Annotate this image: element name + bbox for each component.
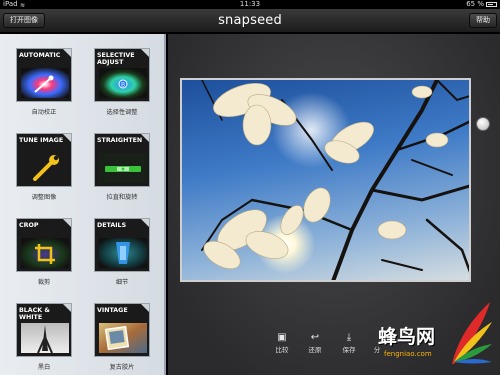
battery-icon: [486, 2, 497, 7]
status-bar: iPad ≋ 11:33 65 %: [0, 0, 500, 9]
magic-wand-icon: [21, 68, 69, 98]
filter-caption: BLACK & WHITE: [19, 307, 50, 321]
filter-label: 自动校正: [31, 109, 57, 116]
filter-label: 拉直和旋转: [106, 194, 138, 201]
filter-label: 复古胶片: [109, 364, 135, 371]
page-fold-icon: [141, 134, 149, 142]
crop-icon: [21, 238, 69, 268]
watermark-url: fengniao.com: [384, 350, 432, 358]
image-icon: ▣: [277, 332, 287, 343]
filter-thumbnail: CROP: [16, 218, 72, 272]
save-button[interactable]: ⤓ 保存: [336, 331, 362, 354]
filter-crop[interactable]: CROP 裁剪: [16, 218, 72, 286]
page-fold-icon: [63, 304, 71, 312]
filter-caption: STRAIGHTEN: [97, 137, 143, 144]
compare-label: 比较: [275, 346, 289, 354]
page-fold-icon: [63, 219, 71, 227]
filter-caption: CROP: [19, 222, 39, 229]
filter-caption: AUTOMATIC: [19, 52, 61, 59]
filter-caption: VINTAGE: [97, 307, 128, 314]
restore-button[interactable]: ↩ 还原: [302, 331, 328, 354]
filter-caption: SELECTIVE ADJUST: [97, 52, 135, 66]
filter-label: 调整图像: [31, 194, 57, 201]
vintage-photo-icon: [99, 323, 147, 353]
filter-thumbnail: DETAILS: [94, 218, 150, 272]
filter-thumbnail: STRAIGHTEN: [94, 133, 150, 187]
filter-label: 黑白: [37, 364, 51, 371]
page-fold-icon: [141, 49, 149, 57]
page-fold-icon: [63, 134, 71, 142]
filter-caption: DETAILS: [97, 222, 127, 229]
filter-vintage[interactable]: VINTAGE 复古胶片: [94, 303, 150, 371]
app-title: snapseed: [218, 13, 282, 28]
nav-bar: 打开图像 snapseed 帮助: [0, 9, 500, 33]
battery-percent: 65 %: [466, 0, 484, 8]
filter-thumbnail: VINTAGE: [94, 303, 150, 357]
filter-thumbnail: AUTOMATIC: [16, 48, 72, 102]
page-fold-icon: [141, 219, 149, 227]
restore-label: 还原: [308, 346, 322, 354]
filter-thumbnail: BLACK & WHITE: [16, 303, 72, 357]
filter-automatic[interactable]: AUTOMATIC 自动校正: [16, 48, 72, 116]
filter-tune-image[interactable]: TUNE IMAGE 调整图像: [16, 133, 72, 201]
page-fold-icon: [63, 49, 71, 57]
compare-button[interactable]: ▣ 比较: [269, 331, 295, 354]
help-button[interactable]: 帮助: [469, 13, 497, 28]
watermark-logo-icon: [452, 302, 492, 364]
svg-text:B: B: [121, 82, 125, 89]
filter-details[interactable]: DETAILS 细节: [94, 218, 150, 286]
filter-straighten[interactable]: STRAIGHTEN 拉直和旋转: [94, 133, 150, 201]
magnolia-photo: [201, 80, 469, 280]
photo-preview[interactable]: [180, 78, 471, 282]
watermark-text: 蜂鸟网: [378, 326, 436, 348]
undo-arrow-icon: ↩: [310, 332, 320, 343]
level-icon: [99, 153, 147, 183]
page-fold-icon: [141, 304, 149, 312]
clock: 11:33: [239, 0, 261, 8]
save-label: 保存: [342, 346, 356, 354]
filter-thumbnail: TUNE IMAGE: [16, 133, 72, 187]
wrench-icon: [21, 153, 69, 183]
filter-thumbnail: SELECTIVE ADJUST B: [94, 48, 150, 102]
filter-label: 细节: [115, 279, 129, 286]
download-icon: ⤓: [346, 332, 352, 343]
filter-label: 选择性调整: [106, 109, 138, 116]
filter-black-white[interactable]: BLACK & WHITE 黑白: [16, 303, 72, 371]
slider-handle[interactable]: [476, 117, 490, 131]
triangle-detail-icon: [99, 238, 147, 268]
eiffel-tower-icon: [21, 323, 69, 353]
filter-selective-adjust[interactable]: SELECTIVE ADJUST B 选择性调整: [94, 48, 150, 116]
filter-label: 裁剪: [37, 279, 51, 286]
filter-caption: TUNE IMAGE: [19, 137, 64, 144]
control-point-icon: B: [99, 68, 147, 98]
